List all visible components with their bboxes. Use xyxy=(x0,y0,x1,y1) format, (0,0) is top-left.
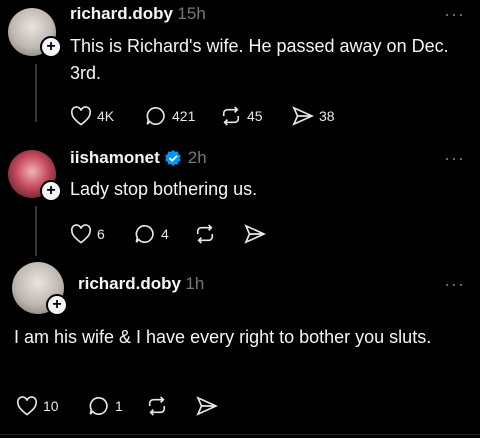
share-button[interactable]: 38 xyxy=(292,106,335,126)
heart-icon xyxy=(70,106,92,126)
heart-icon xyxy=(70,224,92,244)
reply-count: 421 xyxy=(172,108,196,124)
send-icon xyxy=(244,224,266,244)
like-button[interactable]: 10 xyxy=(16,396,59,416)
bottom-divider xyxy=(0,434,480,435)
post-text: Lady stop bothering us. xyxy=(70,179,258,199)
follow-plus-icon[interactable]: + xyxy=(40,180,62,202)
thread-line xyxy=(35,64,37,122)
repost-button[interactable] xyxy=(146,396,168,416)
username[interactable]: richard.doby xyxy=(70,4,173,23)
follow-plus-icon[interactable]: + xyxy=(40,36,62,58)
reply-count: 4 xyxy=(161,226,169,242)
send-icon xyxy=(292,106,314,126)
reply-button[interactable]: 1 xyxy=(88,396,123,416)
more-horizontal-icon[interactable]: ··· xyxy=(444,4,465,25)
reply-button[interactable]: 421 xyxy=(145,106,195,126)
send-icon xyxy=(196,396,218,416)
like-button[interactable]: 6 xyxy=(70,224,105,244)
reply-button[interactable]: 4 xyxy=(134,224,169,244)
thread-line xyxy=(35,206,37,256)
timestamp: 2h xyxy=(187,148,207,167)
timestamp: 1h xyxy=(185,274,205,293)
like-count: 6 xyxy=(97,226,105,242)
username[interactable]: iishamonet xyxy=(70,148,160,168)
more-horizontal-icon[interactable]: ··· xyxy=(444,148,465,169)
repost-icon xyxy=(222,106,240,126)
like-count: 10 xyxy=(43,398,59,414)
share-count: 38 xyxy=(319,108,335,124)
repost-button[interactable]: 45 xyxy=(220,106,263,126)
more-horizontal-icon[interactable]: ··· xyxy=(444,274,465,295)
share-button[interactable] xyxy=(196,396,218,416)
like-button[interactable]: 4K xyxy=(70,106,114,126)
timestamp: 15h xyxy=(177,4,206,23)
comment-icon xyxy=(135,225,154,243)
post-text: I am his wife & I have every right to bo… xyxy=(14,327,432,347)
repost-icon xyxy=(148,396,166,416)
follow-plus-icon[interactable]: + xyxy=(46,294,68,316)
reply-count: 1 xyxy=(115,398,123,414)
repost-button[interactable] xyxy=(194,224,216,244)
heart-icon xyxy=(16,396,38,416)
post-text: This is Richard's wife. He passed away o… xyxy=(70,36,449,83)
like-count: 4K xyxy=(97,108,115,124)
repost-count: 45 xyxy=(247,108,263,124)
comment-icon xyxy=(146,107,165,125)
share-button[interactable] xyxy=(244,224,266,244)
repost-icon xyxy=(196,224,214,244)
username[interactable]: richard.doby xyxy=(78,274,181,293)
verified-badge-icon xyxy=(164,149,181,167)
comment-icon xyxy=(89,397,108,415)
